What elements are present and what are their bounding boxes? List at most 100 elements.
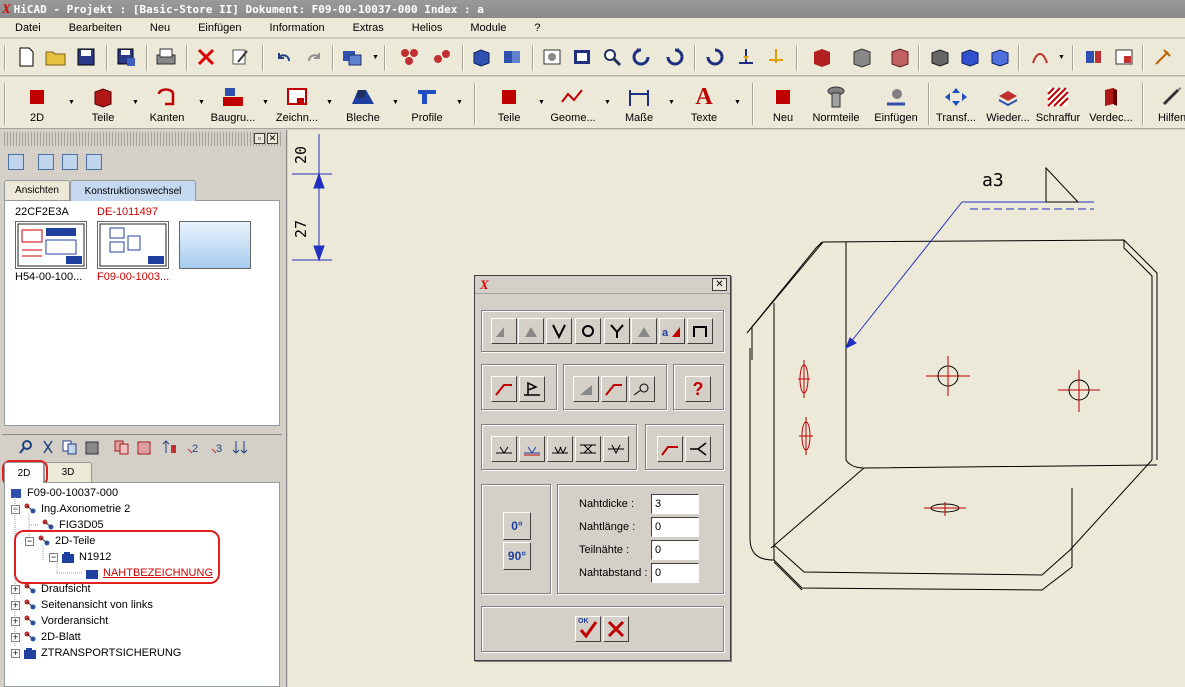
toolbar-texte[interactable]: A Texte xyxy=(688,80,720,126)
panel-restore-icon[interactable]: ▫ xyxy=(254,133,265,144)
copy-red-icon[interactable] xyxy=(114,439,130,455)
view-swap-icon[interactable] xyxy=(62,154,78,170)
expand-icon[interactable]: + xyxy=(11,616,20,626)
level-3-icon[interactable]: 3 xyxy=(210,439,226,455)
menu-module[interactable]: Module xyxy=(455,22,519,34)
save-as-icon[interactable] xyxy=(114,45,138,69)
copy-icon[interactable] xyxy=(62,439,78,455)
weld-y-icon[interactable] xyxy=(604,318,630,344)
toolbar-wiederholen[interactable]: Wieder... xyxy=(984,80,1032,126)
toolbar-masse[interactable]: Maße xyxy=(622,80,656,126)
nahtlaenge-input[interactable]: 0 xyxy=(651,517,699,537)
cut-icon[interactable] xyxy=(40,439,56,455)
layers-icon[interactable] xyxy=(1082,45,1106,69)
dropdown-arrow-icon[interactable]: ▼ xyxy=(538,99,545,106)
menu-extras[interactable]: Extras xyxy=(338,22,397,34)
toolbar-kanten[interactable]: Kanten xyxy=(146,80,188,126)
menu-help[interactable]: ? xyxy=(519,22,553,34)
menu-helios[interactable]: Helios xyxy=(397,22,456,34)
thumbnail-3[interactable] xyxy=(179,221,251,269)
leader-flag-icon[interactable] xyxy=(519,376,545,402)
rotate-left-icon[interactable] xyxy=(630,45,654,69)
menu-neu[interactable]: Neu xyxy=(135,22,183,34)
leader-type-1-icon[interactable] xyxy=(657,436,683,462)
expand-icon[interactable] xyxy=(232,439,248,455)
toolbar-zeichnung[interactable]: Zeichn... xyxy=(274,80,320,126)
seam-type-1-icon[interactable] xyxy=(491,436,517,462)
tree-item-vorderansicht[interactable]: + Vorderansicht xyxy=(11,613,108,629)
assembly-icon[interactable] xyxy=(398,45,422,69)
new-file-icon[interactable] xyxy=(14,45,38,69)
expand-icon[interactable]: + xyxy=(11,584,20,594)
weld-type-2-icon[interactable] xyxy=(518,318,544,344)
dropdown-arrow-icon[interactable]: ▼ xyxy=(132,99,139,106)
thumbnail-1[interactable] xyxy=(15,221,87,269)
leader-line-icon[interactable] xyxy=(491,376,517,402)
tree-item-document[interactable]: F09-00-10037-000 xyxy=(9,485,118,501)
dialog-close-icon[interactable]: ✕ xyxy=(712,278,727,291)
menu-bearbeiten[interactable]: Bearbeiten xyxy=(54,22,135,34)
view-sort-icon[interactable] xyxy=(86,154,102,170)
open-folder-icon[interactable] xyxy=(44,45,68,69)
dropdown-arrow-icon[interactable]: ▼ xyxy=(392,99,399,106)
weld-a-icon[interactable]: a xyxy=(659,318,685,344)
nahtdicke-input[interactable]: 3 xyxy=(651,494,699,514)
dropdown-arrow-icon[interactable]: ▼ xyxy=(372,54,379,61)
dropdown-arrow-icon[interactable]: ▼ xyxy=(604,99,611,106)
toolbar-schraffur[interactable]: Schraffur xyxy=(1034,80,1082,126)
toolbar-hilfen[interactable]: Hilfen xyxy=(1152,80,1185,126)
sort-icon[interactable] xyxy=(162,439,178,455)
part-icon[interactable] xyxy=(888,45,912,69)
teilnaehte-input[interactable]: 0 xyxy=(651,540,699,560)
save-icon[interactable] xyxy=(74,45,98,69)
measure-icon[interactable] xyxy=(540,45,564,69)
collapse-icon[interactable]: − xyxy=(11,504,20,514)
leader-type-2-icon[interactable] xyxy=(685,436,711,462)
cube-trans-icon[interactable] xyxy=(988,45,1012,69)
dialog-titlebar[interactable]: X ✕ xyxy=(475,276,730,294)
cube-shade-icon[interactable] xyxy=(958,45,982,69)
tree-item-transportsicherung[interactable]: + ZTRANSPORTSICHERUNG xyxy=(11,645,181,661)
coordinate-icon[interactable] xyxy=(734,45,758,69)
print-icon[interactable] xyxy=(154,45,178,69)
panel-grip[interactable]: ▫ ✕ xyxy=(2,132,282,146)
menu-datei[interactable]: Datei xyxy=(0,22,54,34)
toolbar-verdecken[interactable]: Verdec... xyxy=(1086,80,1136,126)
dropdown-arrow-icon[interactable]: ▼ xyxy=(668,99,675,106)
level-2-icon[interactable]: 2 xyxy=(186,439,202,455)
shaded-view-icon[interactable] xyxy=(810,45,834,69)
rotate-right-icon[interactable] xyxy=(662,45,686,69)
view-list-icon[interactable] xyxy=(8,154,24,170)
tab-2d[interactable]: 2D xyxy=(4,462,44,483)
cubes-blue-icon[interactable] xyxy=(500,45,524,69)
toolbar-teile[interactable]: Teile xyxy=(86,80,120,126)
view-up-icon[interactable] xyxy=(38,154,54,170)
pdf-icon[interactable] xyxy=(1028,45,1052,69)
tab-ansichten[interactable]: Ansichten xyxy=(4,180,70,200)
weld-type-1-icon[interactable] xyxy=(491,318,517,344)
toolbar-neu[interactable]: Neu xyxy=(768,80,798,126)
cube-gray-icon[interactable] xyxy=(928,45,952,69)
toolbar-teile-2d[interactable]: Teile xyxy=(494,80,524,126)
angle-90-button[interactable]: 90° xyxy=(503,542,531,570)
menu-einfuegen[interactable]: Einfügen xyxy=(183,22,254,34)
drawing-canvas[interactable]: 20 27 a3 xyxy=(288,130,1185,687)
ok-button[interactable]: OK xyxy=(575,616,601,642)
tree-item-seitenansicht[interactable]: + Seitenansicht von links xyxy=(11,597,153,613)
tree-item-2d-blatt[interactable]: + 2D-Blatt xyxy=(11,629,81,645)
thumbnail-2[interactable] xyxy=(97,221,169,269)
assembly-2-icon[interactable] xyxy=(430,45,454,69)
dropdown-arrow-icon[interactable]: ▼ xyxy=(326,99,333,106)
seam-type-5-icon[interactable] xyxy=(603,436,629,462)
weld-o-icon[interactable] xyxy=(575,318,601,344)
dropdown-arrow-icon[interactable]: ▼ xyxy=(262,99,269,106)
toolbar-normteile[interactable]: Normteile xyxy=(810,80,862,126)
undo-icon[interactable] xyxy=(272,45,296,69)
seam-type-2-icon[interactable] xyxy=(519,436,545,462)
toolbar-geometrie[interactable]: Geome... xyxy=(548,80,598,126)
redo-icon[interactable] xyxy=(302,45,326,69)
drawing-svg[interactable] xyxy=(288,130,1185,687)
dropdown-arrow-icon[interactable]: ▼ xyxy=(1058,54,1065,61)
nahtabstand-input[interactable]: 0 xyxy=(651,563,699,583)
angle-0-button[interactable]: 0° xyxy=(503,512,531,540)
